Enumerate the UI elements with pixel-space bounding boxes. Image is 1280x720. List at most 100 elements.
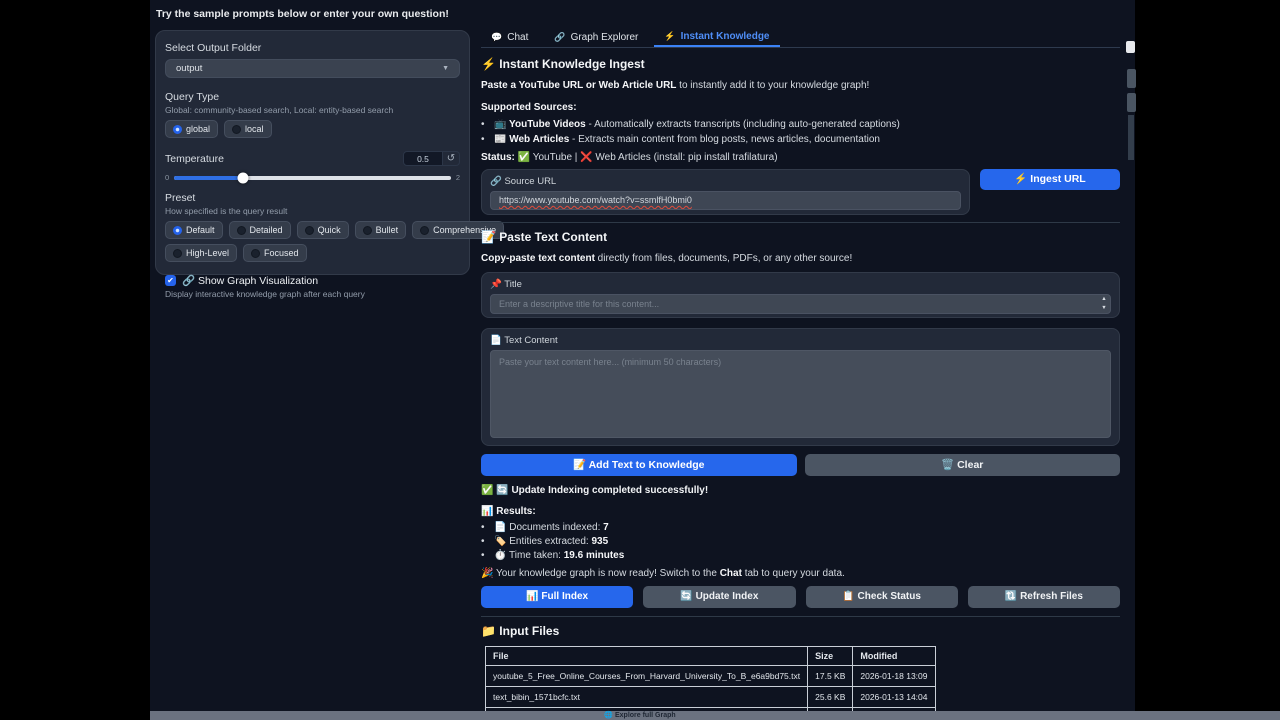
radio-dot — [420, 226, 429, 235]
spinner-up-icon[interactable]: ▲ — [1099, 296, 1109, 303]
radio-label: Default — [186, 225, 215, 235]
file-modified-cell: 2026-01-18 13:09 — [853, 666, 935, 687]
graph-ready-message: 🎉 Your knowledge graph is now ready! Swi… — [481, 568, 1120, 579]
slider-min-label: 0 — [165, 173, 169, 182]
radio-label: Detailed — [250, 225, 283, 235]
results-heading: 📊 Results: — [481, 506, 1120, 517]
ingest-intro: Paste a YouTube URL or Web Article URL t… — [481, 80, 1120, 91]
title-spinner[interactable]: ▲ ▼ — [1099, 296, 1109, 312]
tab-bar: 💬 Chat 🔗 Graph Explorer ⚡ Instant Knowle… — [481, 30, 1120, 48]
globe-icon: 🌐 — [604, 712, 613, 719]
supported-sources-label: Supported Sources: — [481, 102, 1120, 113]
file-name-cell: text_bibin_1571bcfc.txt — [486, 687, 808, 708]
table-row: youtube_5_Free_Online_Courses_From_Harva… — [486, 666, 936, 687]
scrollbar-segment — [1127, 93, 1136, 112]
temperature-slider[interactable] — [174, 176, 451, 180]
lightning-icon: ⚡ — [481, 57, 496, 71]
radio-dot — [173, 125, 182, 134]
radio-bullet[interactable]: Bullet — [355, 221, 407, 239]
slider-thumb[interactable] — [238, 172, 249, 183]
column-header-size: Size — [808, 647, 853, 666]
file-size-cell: 17.5 KB — [808, 666, 853, 687]
explore-graph-bar: 🌐 Explore full Graph — [150, 711, 1280, 720]
radio-label: Quick — [318, 225, 341, 235]
scrollbar-segment — [1127, 69, 1136, 88]
title-input[interactable] — [490, 294, 1111, 314]
divider — [481, 616, 1120, 617]
radio-label: High-Level — [186, 248, 229, 258]
radio-label: local — [245, 124, 264, 134]
slider-fill — [174, 176, 243, 180]
table-row: text_bibin_1571bcfc.txt 25.6 KB 2026-01-… — [486, 687, 936, 708]
query-type-radio-group: global local — [165, 120, 460, 138]
radio-dot — [251, 249, 260, 258]
file-size-cell: 25.6 KB — [808, 687, 853, 708]
result-entities: • 🏷️ Entities extracted: 935 — [481, 536, 1120, 547]
tab-chat[interactable]: 💬 Chat — [481, 30, 538, 47]
scrollbar-thumb[interactable] — [1126, 41, 1135, 53]
show-graph-description: Display interactive knowledge graph afte… — [165, 289, 460, 299]
radio-quick[interactable]: Quick — [297, 221, 349, 239]
source-url-input[interactable]: https://www.youtube.com/watch?v=ssmlfH0b… — [490, 191, 961, 210]
radio-label: Focused — [264, 248, 299, 258]
input-files-table: File Size Modified youtube_5_Free_Online… — [485, 646, 936, 720]
paste-heading: 📝 Paste Text Content — [481, 230, 1120, 244]
chat-icon: 💬 — [491, 32, 502, 43]
query-type-label: Query Type — [165, 91, 460, 103]
radio-local[interactable]: local — [224, 120, 272, 138]
clear-button[interactable]: 🗑️ Clear — [805, 454, 1121, 476]
temperature-label: Temperature — [165, 153, 224, 165]
slider-max-label: 2 — [456, 173, 460, 182]
text-content-panel: 📄 Text Content — [481, 328, 1120, 446]
radio-global[interactable]: global — [165, 120, 218, 138]
text-content-label: 📄 Text Content — [490, 335, 1111, 346]
source-bullet-web: • 📰 Web Articles - Extracts main content… — [481, 134, 1120, 145]
result-documents: • 📄 Documents indexed: 7 — [481, 522, 1120, 533]
source-bullet-youtube: • 📺 YouTube Videos - Automatically extra… — [481, 119, 1120, 130]
radio-detailed[interactable]: Detailed — [229, 221, 291, 239]
radio-focused[interactable]: Focused — [243, 244, 307, 262]
output-folder-value: output — [176, 63, 202, 74]
tab-graph-explorer[interactable]: 🔗 Graph Explorer — [544, 30, 648, 47]
reset-icon[interactable]: ↺ — [443, 151, 460, 166]
preset-radio-row-1: Default Detailed Quick Bullet Comprehens… — [165, 221, 460, 239]
add-text-button[interactable]: 📝 Add Text to Knowledge — [481, 454, 797, 476]
paste-intro: Copy-paste text content directly from fi… — [481, 253, 1120, 264]
tab-label: Graph Explorer — [571, 32, 639, 43]
input-files-heading: 📁 Input Files — [481, 624, 1120, 638]
temperature-value-input[interactable]: 0.5 — [403, 151, 443, 166]
preset-label: Preset — [165, 192, 460, 204]
lightning-icon: ⚡ — [664, 31, 675, 42]
radio-dot — [363, 226, 372, 235]
ingest-status-line: Status: ✅ YouTube | ❌ Web Articles (inst… — [481, 152, 1120, 163]
source-url-label: 🔗 Source URL — [490, 176, 961, 187]
text-content-textarea[interactable] — [490, 350, 1111, 438]
source-url-panel: 🔗 Source URL https://www.youtube.com/wat… — [481, 169, 970, 215]
refresh-files-button[interactable]: 🔃 Refresh Files — [968, 586, 1120, 608]
preset-description: How specified is the query result — [165, 206, 460, 216]
show-graph-checkbox[interactable]: ✔ — [165, 275, 176, 286]
tab-instant-knowledge[interactable]: ⚡ Instant Knowledge — [654, 30, 779, 47]
tab-label: Chat — [507, 32, 528, 43]
ingest-url-button[interactable]: ⚡ Ingest URL — [980, 169, 1120, 190]
file-modified-cell: 2026-01-13 14:04 — [853, 687, 935, 708]
update-index-button[interactable]: 🔄 Update Index — [643, 586, 795, 608]
full-index-button[interactable]: 📊 Full Index — [481, 586, 633, 608]
radio-high-level[interactable]: High-Level — [165, 244, 237, 262]
check-status-button[interactable]: 📋 Check Status — [806, 586, 958, 608]
radio-dot — [305, 226, 314, 235]
explore-full-graph-button[interactable]: 🌐 Explore full Graph — [150, 711, 1130, 719]
title-panel: 📌 Title ▲ ▼ — [481, 272, 1120, 318]
tab-label: Instant Knowledge — [681, 31, 770, 42]
title-label: 📌 Title — [490, 279, 1111, 290]
chevron-down-icon: ▼ — [442, 65, 449, 72]
show-graph-label: 🔗 Show Graph Visualization — [182, 274, 318, 287]
spinner-down-icon[interactable]: ▼ — [1099, 305, 1109, 312]
radio-default[interactable]: Default — [165, 221, 223, 239]
result-time: • ⏱️ Time taken: 19.6 minutes — [481, 550, 1120, 561]
output-folder-label: Select Output Folder — [165, 42, 460, 54]
radio-label: global — [186, 124, 210, 134]
preset-radio-row-2: High-Level Focused — [165, 244, 460, 262]
output-folder-dropdown[interactable]: output ▼ — [165, 59, 460, 78]
file-name-cell: youtube_5_Free_Online_Courses_From_Harva… — [486, 666, 808, 687]
